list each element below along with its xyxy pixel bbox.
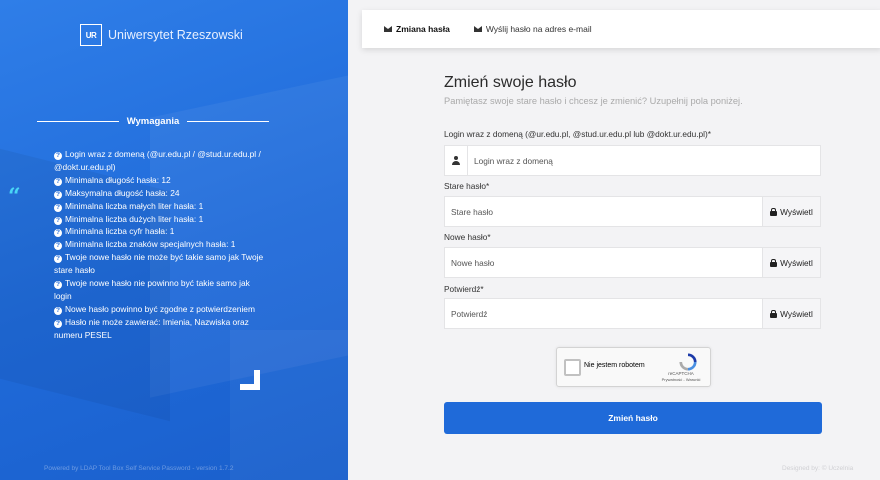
recaptcha-brand: reCAPTCHA <box>668 371 694 376</box>
divider <box>187 121 269 122</box>
university-logo[interactable]: UR Uniwersytet Rzeszowski <box>80 24 243 46</box>
corner-decoration <box>240 370 260 390</box>
question-icon: ? <box>54 152 62 160</box>
question-icon: ? <box>54 319 62 328</box>
show-label: Wyświetl <box>780 257 813 268</box>
user-icon <box>452 156 460 165</box>
recaptcha-checkbox[interactable] <box>564 359 581 376</box>
background-building <box>230 330 348 480</box>
show-label: Wyświetl <box>780 206 813 217</box>
sidebar-panel: UR Uniwersytet Rzeszowski Wymagania “ ? L… <box>0 0 348 480</box>
question-icon: ? <box>54 177 62 186</box>
envelope-icon <box>384 26 392 32</box>
user-addon <box>445 146 468 175</box>
recaptcha-terms[interactable]: Prywatność - Warunki <box>656 377 706 382</box>
requirement-item: ? Nowe hasło powinno być zgodne z potwier… <box>54 303 255 315</box>
footer-designed-by: Designed by: © Uczelnia <box>782 465 854 472</box>
requirement-item: ? Minimalna liczba małych liter hasła: 1 <box>54 200 204 212</box>
requirement-item: ? Minimalna długość hasła: 12 <box>54 174 171 186</box>
requirement-item: ? Minimalna liczba znaków specjalnych has… <box>54 239 236 251</box>
confirm-label: Potwierdź* <box>444 284 484 294</box>
logo-mark: UR <box>80 24 102 46</box>
question-icon: ? <box>54 242 62 251</box>
lock-icon <box>770 258 778 267</box>
question-icon: ? <box>54 306 62 315</box>
question-icon: ? <box>54 190 62 199</box>
recaptcha-widget: Nie jestem robotem reCAPTCHA Prywatność … <box>556 347 711 387</box>
tab-label: Wyślij hasło na adres e-mail <box>485 24 592 34</box>
show-old-password-button[interactable]: Wyświetl <box>762 197 820 226</box>
login-field <box>444 145 821 176</box>
lock-icon <box>770 207 778 216</box>
old-password-input[interactable] <box>445 197 762 226</box>
requirements-title: Wymagania <box>126 116 180 127</box>
question-icon: ? <box>54 255 62 264</box>
question-icon: ? <box>54 203 62 212</box>
page-title: Zmień swoje hasło <box>444 74 577 91</box>
question-icon: ? <box>54 229 62 238</box>
recaptcha-label: Nie jestem robotem <box>584 362 645 369</box>
requirement-item: ? Maksymalna długość hasła: 24 <box>54 187 180 199</box>
divider <box>37 121 119 122</box>
old-password-field: Wyświetl <box>444 196 821 227</box>
new-password-field: Wyświetl <box>444 247 821 278</box>
login-label: Login wraz z domeną (@ur.edu.pl, @stud.u… <box>444 129 711 139</box>
tab-change-password[interactable]: Zmiana hasła <box>384 24 450 34</box>
show-new-password-button[interactable]: Wyświetl <box>762 248 820 277</box>
footer-powered-by: Powered by LDAP Tool Box Self Service Pa… <box>44 465 234 472</box>
confirm-input[interactable] <box>445 299 762 328</box>
requirements-heading: Wymagania <box>37 116 269 127</box>
recaptcha-logo-icon <box>679 353 697 371</box>
requirement-item: ? Login wraz z domeną (@ur.edu.pl / @stud… <box>54 149 261 172</box>
logo-name: Uniwersytet Rzeszowski <box>108 28 243 42</box>
change-password-button[interactable]: Zmień hasło <box>444 402 822 434</box>
confirm-field: Wyświetl <box>444 298 821 329</box>
envelope-icon <box>473 26 482 32</box>
question-icon: ? <box>54 216 62 225</box>
show-confirm-password-button[interactable]: Wyświetl <box>762 299 820 328</box>
tab-bar: Zmiana hasła Wyślij hasło na adres e-mai… <box>362 10 880 48</box>
new-password-label: Nowe hasło* <box>444 232 491 242</box>
quote-icon: “ <box>8 184 21 210</box>
requirement-item: ? Minimalna liczba cyfr hasła: 1 <box>54 226 175 238</box>
requirement-item: ? Hasło nie może zawierać: Imienia, Nazwi… <box>54 316 249 340</box>
show-label: Wyświetl <box>780 308 813 319</box>
requirement-item: ? Twoje nowe hasło nie może być takie sam… <box>54 252 264 276</box>
lock-icon <box>770 309 778 318</box>
requirements-list: ? Login wraz z domeną (@ur.edu.pl / @stud… <box>54 148 269 342</box>
tab-label: Zmiana hasła <box>396 24 450 34</box>
main-panel: Zmiana hasła Wyślij hasło na adres e-mai… <box>348 0 880 480</box>
login-input[interactable] <box>468 146 820 175</box>
new-password-input[interactable] <box>445 248 762 277</box>
tab-send-email[interactable]: Wyślij hasło na adres e-mail <box>473 24 592 34</box>
page-subtitle: Pamiętasz swoje stare hasło i chcesz je … <box>444 96 743 106</box>
old-password-label: Stare hasło* <box>444 181 490 191</box>
requirement-item: ? Twoje nowe hasło nie powinno być takie … <box>54 278 250 301</box>
requirement-item: ? Minimalna liczba dużych liter hasła: 1 <box>54 213 204 225</box>
question-icon: ? <box>54 281 62 290</box>
